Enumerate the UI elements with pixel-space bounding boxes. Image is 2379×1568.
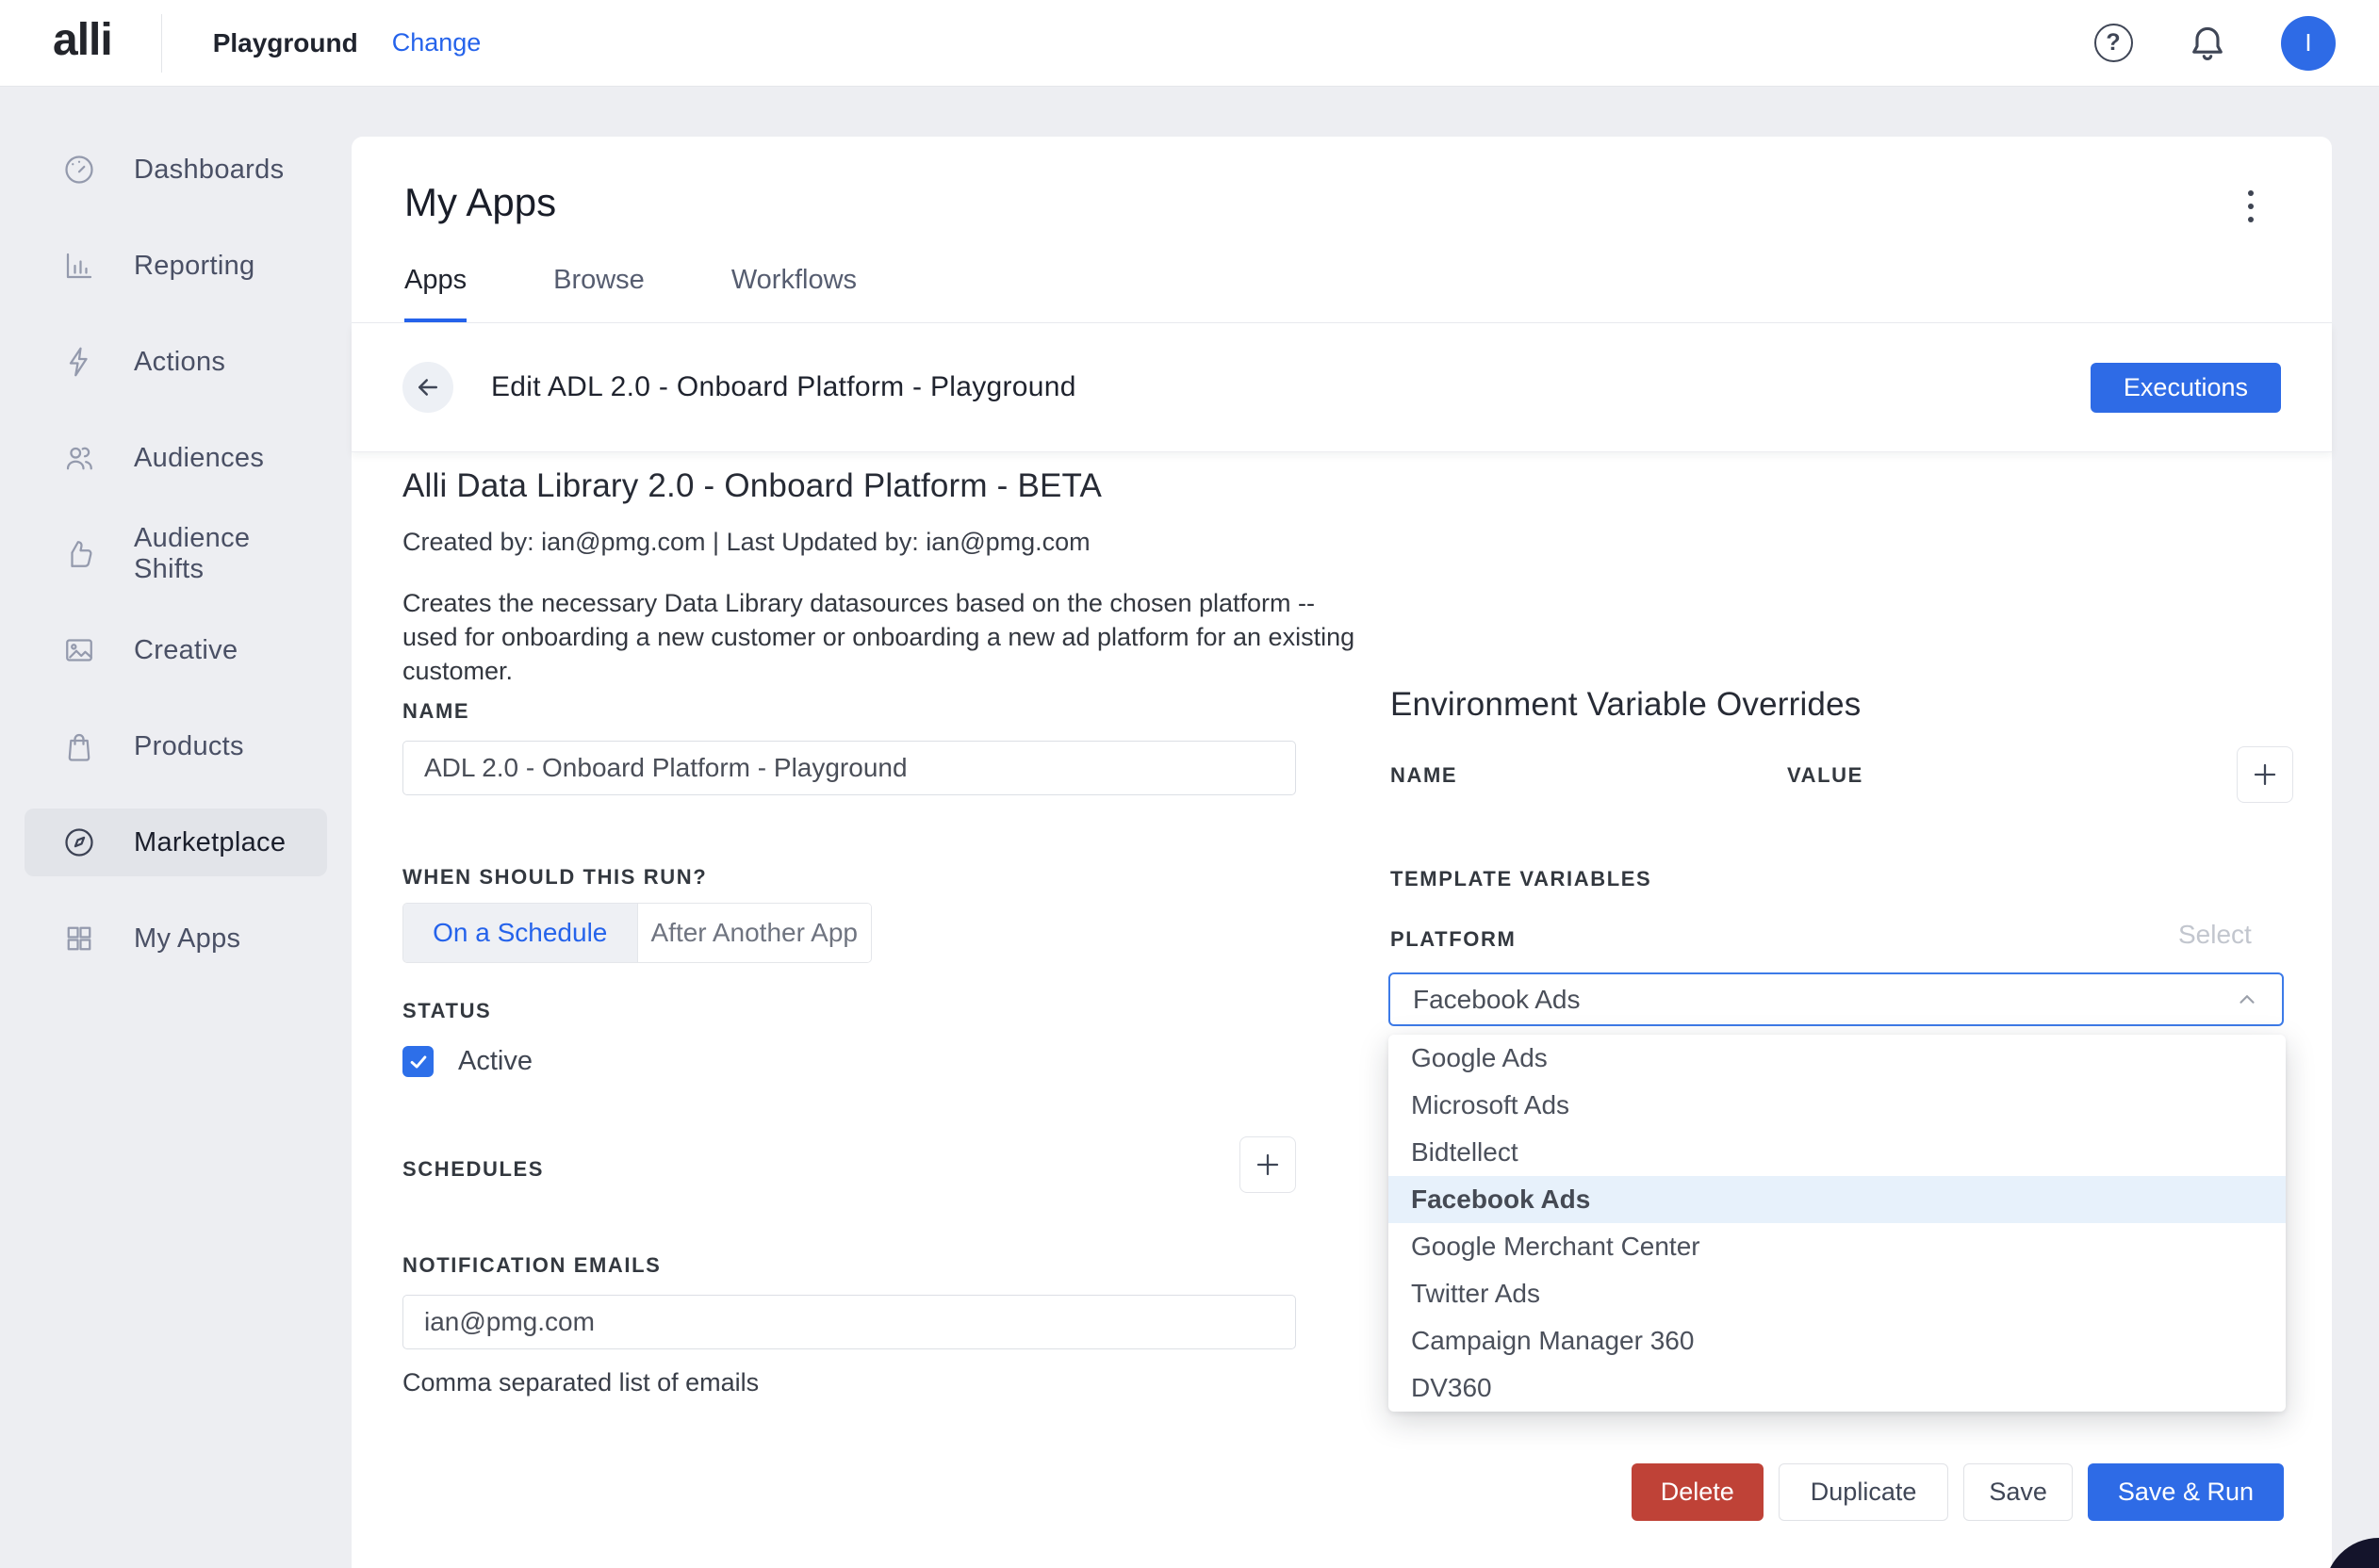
help-button[interactable]: ? [2092, 23, 2134, 64]
avatar[interactable]: I [2281, 16, 2336, 71]
env-overrides-heading: Environment Variable Overrides [1390, 686, 1861, 724]
active-checkbox-label: Active [458, 1046, 533, 1077]
sidebar-item-my-apps[interactable]: My Apps [25, 905, 327, 972]
top-navigation-bar: alli Playground Change ? I [0, 0, 2379, 87]
sidebar-item-label: Creative [134, 635, 238, 666]
sidebar-item-audiences[interactable]: Audiences [25, 424, 327, 492]
option-campaign-manager-360[interactable]: Campaign Manager 360 [1388, 1317, 2286, 1364]
active-checkbox[interactable] [402, 1046, 434, 1077]
sidebar-item-audience-shifts[interactable]: Audience Shifts [25, 520, 327, 588]
bar-chart-icon [62, 249, 96, 283]
option-google-merchant-center[interactable]: Google Merchant Center [1388, 1223, 2286, 1270]
back-button[interactable] [402, 362, 453, 413]
after-another-app-segment[interactable]: After Another App [637, 904, 872, 962]
sidebar: Dashboards Reporting Actions Audiences A… [0, 87, 352, 1001]
help-icon: ? [2094, 24, 2133, 62]
option-dv360[interactable]: DV360 [1388, 1364, 2286, 1412]
active-checkbox-row[interactable]: Active [402, 1046, 533, 1077]
header-divider [161, 14, 162, 73]
save-button[interactable]: Save [1963, 1463, 2073, 1521]
compass-icon [62, 825, 96, 859]
platform-select[interactable]: Facebook Ads [1388, 972, 2284, 1026]
app-description: Creates the necessary Data Library datas… [402, 586, 1364, 688]
alli-logo: alli [0, 14, 161, 72]
option-twitter-ads[interactable]: Twitter Ads [1388, 1270, 2286, 1317]
sidebar-item-label: Reporting [134, 251, 254, 282]
add-schedule-button[interactable] [1239, 1136, 1296, 1193]
name-input[interactable] [402, 741, 1296, 795]
page-title: My Apps [404, 180, 556, 225]
form-content: Alli Data Library 2.0 - Onboard Platform… [352, 452, 2332, 1566]
people-icon [62, 441, 96, 475]
env-value-column-label: VALUE [1787, 763, 1863, 788]
main-card: My Apps Apps Browse Workflows Edit ADL 2… [352, 137, 2332, 1568]
avatar-initial: I [2305, 28, 2311, 57]
option-bidtellect[interactable]: Bidtellect [1388, 1129, 2286, 1176]
sidebar-item-label: Audience Shifts [134, 523, 327, 585]
lightning-icon [62, 345, 96, 379]
image-icon [62, 633, 96, 667]
platform-selected-value: Facebook Ads [1413, 985, 1580, 1015]
chat-launcher-bubble[interactable] [2324, 1538, 2379, 1568]
delete-button[interactable]: Delete [1632, 1463, 1764, 1521]
tab-bar: Apps Browse Workflows [404, 265, 857, 322]
thumbs-up-icon [62, 537, 96, 571]
run-mode-toggle: On a Schedule After Another App [402, 903, 872, 963]
edit-header-bar: Edit ADL 2.0 - Onboard Platform - Playgr… [352, 323, 2332, 452]
check-icon [408, 1052, 429, 1072]
sidebar-item-reporting[interactable]: Reporting [25, 232, 327, 300]
notification-emails-input[interactable] [402, 1295, 1296, 1349]
schedules-label: SCHEDULES [402, 1157, 544, 1182]
kebab-menu-button[interactable] [2232, 186, 2270, 227]
sidebar-item-actions[interactable]: Actions [25, 328, 327, 396]
apps-grid-icon [62, 922, 96, 956]
on-a-schedule-segment[interactable]: On a Schedule [403, 904, 637, 962]
sidebar-item-products[interactable]: Products [25, 712, 327, 780]
sidebar-item-label: My Apps [134, 923, 240, 955]
change-workspace-link[interactable]: Change [392, 28, 482, 57]
option-microsoft-ads[interactable]: Microsoft Ads [1388, 1082, 2286, 1129]
workspace-name: Playground [213, 28, 358, 58]
sidebar-item-label: Audiences [134, 443, 264, 474]
notifications-button[interactable] [2187, 23, 2228, 64]
executions-button[interactable]: Executions [2091, 363, 2281, 413]
plus-icon [1254, 1151, 1282, 1179]
platform-select-link[interactable]: Select [2178, 920, 2252, 950]
sidebar-item-label: Actions [134, 347, 225, 378]
tab-workflows[interactable]: Workflows [731, 265, 857, 322]
app-heading: Alli Data Library 2.0 - Onboard Platform… [402, 467, 1102, 505]
emails-hint: Comma separated list of emails [402, 1368, 759, 1397]
save-and-run-button[interactable]: Save & Run [2088, 1463, 2284, 1521]
platform-label: PLATFORM [1390, 927, 1516, 952]
dashboard-gauge-icon [62, 153, 96, 187]
tab-browse[interactable]: Browse [553, 265, 645, 322]
created-updated-meta: Created by: ian@pmg.com | Last Updated b… [402, 528, 1091, 557]
sidebar-item-label: Products [134, 731, 244, 762]
tab-apps[interactable]: Apps [404, 265, 467, 322]
plus-icon [2251, 760, 2279, 789]
option-google-ads[interactable]: Google Ads [1388, 1035, 2286, 1082]
platform-dropdown: Google Ads Microsoft Ads Bidtellect Face… [1388, 1035, 2286, 1412]
sidebar-item-dashboards[interactable]: Dashboards [25, 136, 327, 204]
footer-actions: Delete Duplicate Save Save & Run [1388, 1463, 2284, 1521]
arrow-left-icon [414, 373, 442, 401]
duplicate-button[interactable]: Duplicate [1779, 1463, 1949, 1521]
run-schedule-label: WHEN SHOULD THIS RUN? [402, 865, 707, 890]
notification-emails-label: NOTIFICATION EMAILS [402, 1253, 661, 1278]
shopping-bag-icon [62, 729, 96, 763]
env-name-column-label: NAME [1390, 763, 1457, 788]
option-facebook-ads[interactable]: Facebook Ads [1388, 1176, 2286, 1223]
sidebar-item-label: Marketplace [134, 827, 286, 858]
edit-title: Edit ADL 2.0 - Onboard Platform - Playgr… [491, 371, 1076, 403]
name-label: NAME [402, 699, 469, 724]
sidebar-item-label: Dashboards [134, 155, 284, 186]
bell-icon [2187, 23, 2228, 64]
status-label: STATUS [402, 999, 491, 1023]
my-apps-header: My Apps Apps Browse Workflows [352, 137, 2332, 323]
sidebar-item-creative[interactable]: Creative [25, 616, 327, 684]
template-variables-label: TEMPLATE VARIABLES [1390, 867, 1651, 891]
add-env-variable-button[interactable] [2237, 746, 2293, 803]
sidebar-item-marketplace[interactable]: Marketplace [25, 808, 327, 876]
chevron-up-icon [2235, 988, 2259, 1012]
